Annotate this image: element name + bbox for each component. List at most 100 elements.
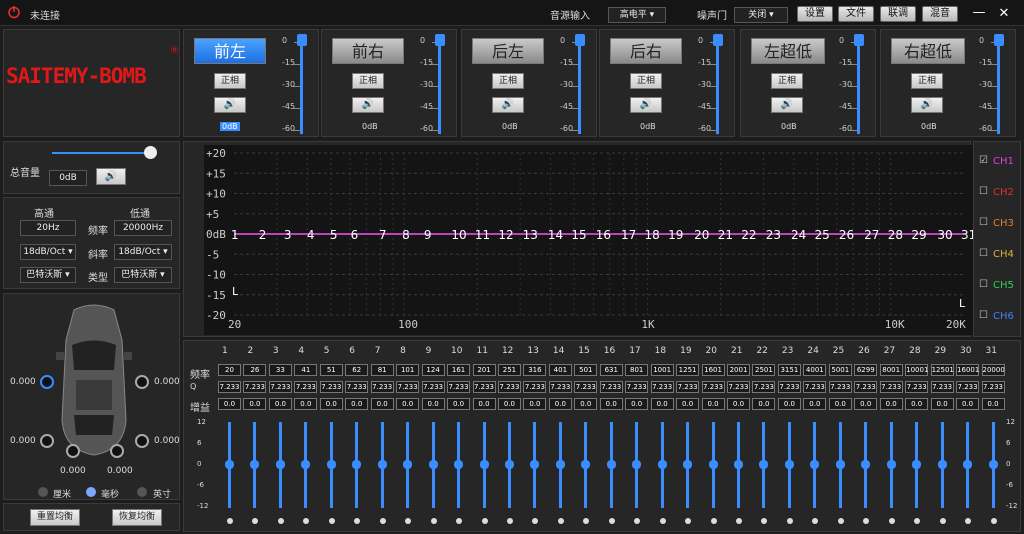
speaker-front-right[interactable] <box>135 375 149 389</box>
band-gain-knob[interactable] <box>886 460 896 469</box>
lowpass-type[interactable]: 巴特沃斯 ▾ <box>114 267 172 283</box>
channel-name-button[interactable]: 后左 <box>472 38 544 64</box>
band-gain-knob[interactable] <box>606 460 616 469</box>
band-gain-knob[interactable] <box>479 460 489 469</box>
band-bypass-dot[interactable] <box>227 518 233 524</box>
gate-select[interactable]: 关闭 ▾ <box>734 7 788 23</box>
channel-select-label[interactable]: CH2 <box>993 187 1014 198</box>
band-gain[interactable]: 0.0 <box>370 398 394 410</box>
channel-gain-value[interactable]: 0dB <box>640 122 656 131</box>
band-freq[interactable]: 62 <box>345 364 369 376</box>
channel-volume-knob[interactable] <box>713 34 723 46</box>
channel-checkbox[interactable]: ☐ <box>979 217 988 228</box>
band-q[interactable]: 7.233 <box>803 381 827 393</box>
band-q[interactable]: 7.233 <box>421 381 445 393</box>
band-bypass-dot[interactable] <box>837 518 844 524</box>
band-bypass-dot[interactable] <box>710 518 717 524</box>
band-freq[interactable]: 6299 <box>854 364 878 376</box>
channel-checkbox[interactable]: ☑ <box>979 155 988 166</box>
band-q[interactable]: 7.233 <box>650 381 674 393</box>
band-q[interactable]: 7.233 <box>854 381 878 393</box>
band-bypass-dot[interactable] <box>659 518 666 524</box>
band-gain[interactable]: 0.0 <box>956 398 980 410</box>
band-q[interactable]: 7.233 <box>294 381 318 393</box>
channel-gain-value[interactable]: 0dB <box>781 122 797 131</box>
channel-select-label[interactable]: CH5 <box>993 280 1014 291</box>
band-bypass-dot[interactable] <box>557 518 564 524</box>
band-freq[interactable]: 20000 <box>981 364 1005 376</box>
power-icon[interactable] <box>7 5 21 19</box>
band-gain[interactable]: 0.0 <box>345 398 369 410</box>
channel-name-button[interactable]: 前右 <box>332 38 404 64</box>
band-gain[interactable]: 0.0 <box>625 398 649 410</box>
speaker-sub-right[interactable] <box>110 444 124 458</box>
minimize-icon[interactable]: — <box>969 6 989 22</box>
band-gain-knob[interactable] <box>835 460 845 469</box>
band-freq[interactable]: 1601 <box>701 364 725 376</box>
band-gain-knob[interactable] <box>657 460 667 469</box>
band-q[interactable]: 7.233 <box>879 381 903 393</box>
channel-gain-value[interactable]: 0dB <box>362 122 378 131</box>
band-gain-knob[interactable] <box>403 460 413 469</box>
band-bypass-dot[interactable] <box>990 518 997 524</box>
band-q[interactable]: 7.233 <box>319 381 343 393</box>
channel-volume-knob[interactable] <box>854 34 864 46</box>
band-gain-knob[interactable] <box>963 460 973 469</box>
phase-button[interactable]: 正相 <box>911 73 943 89</box>
band-gain[interactable]: 0.0 <box>981 398 1005 410</box>
band-freq[interactable]: 251 <box>497 364 521 376</box>
band-freq[interactable]: 20 <box>218 364 241 376</box>
band-gain[interactable]: 0.0 <box>218 398 241 410</box>
speaker-rear-left[interactable] <box>40 434 54 448</box>
channel-name-button[interactable]: 右超低 <box>891 38 965 64</box>
band-freq[interactable]: 801 <box>625 364 649 376</box>
eq-response-graph[interactable]: +20+15+10+50dB-5-10-15-2020 100 1K 10K 20K1 2… <box>204 145 976 335</box>
band-freq[interactable]: 101 <box>396 364 420 376</box>
band-gain[interactable]: 0.0 <box>523 398 547 410</box>
band-gain[interactable]: 0.0 <box>752 398 776 410</box>
band-freq[interactable]: 316 <box>523 364 547 376</box>
phase-button[interactable]: 正相 <box>352 73 384 89</box>
unit-cm-radio[interactable] <box>38 487 48 497</box>
speaker-front-left[interactable] <box>40 375 54 389</box>
band-bypass-dot[interactable] <box>939 518 946 524</box>
channel-select-label[interactable]: CH1 <box>993 156 1014 167</box>
band-gain-knob[interactable] <box>988 460 998 469</box>
close-icon[interactable]: ✕ <box>994 6 1014 22</box>
channel-volume-slider[interactable] <box>578 40 581 134</box>
band-q[interactable]: 7.233 <box>930 381 954 393</box>
band-freq[interactable]: 41 <box>294 364 318 376</box>
band-bypass-dot[interactable] <box>888 518 895 524</box>
highpass-slope[interactable]: 18dB/Oct ▾ <box>20 244 76 260</box>
channel-volume-knob[interactable] <box>575 34 585 46</box>
band-gain[interactable]: 0.0 <box>319 398 343 410</box>
band-gain[interactable]: 0.0 <box>243 398 267 410</box>
channel-volume-slider[interactable] <box>857 40 860 134</box>
phase-button[interactable]: 正相 <box>630 73 662 89</box>
band-gain[interactable]: 0.0 <box>828 398 852 410</box>
band-bypass-dot[interactable] <box>328 518 335 524</box>
band-bypass-dot[interactable] <box>736 518 742 524</box>
band-gain-knob[interactable] <box>861 460 871 469</box>
source-select[interactable]: 高电平 ▾ <box>608 7 666 23</box>
speaker-sub-left[interactable] <box>66 444 80 458</box>
band-q[interactable]: 7.233 <box>243 381 267 393</box>
band-freq[interactable]: 12501 <box>930 364 954 376</box>
band-q[interactable]: 7.233 <box>956 381 980 393</box>
band-gain-knob[interactable] <box>377 460 387 469</box>
band-freq[interactable]: 3151 <box>777 364 801 376</box>
band-gain[interactable]: 0.0 <box>854 398 878 410</box>
band-gain-knob[interactable] <box>301 460 311 469</box>
channel-volume-knob[interactable] <box>994 34 1004 46</box>
band-gain[interactable]: 0.0 <box>497 398 521 410</box>
band-bypass-dot[interactable] <box>608 518 615 524</box>
mix-button[interactable]: 混音 <box>922 6 958 22</box>
lowpass-freq[interactable]: 20000Hz <box>114 220 172 236</box>
highpass-type[interactable]: 巴特沃斯 ▾ <box>20 267 76 283</box>
band-gain[interactable]: 0.0 <box>676 398 700 410</box>
channel-checkbox[interactable]: ☐ <box>979 310 988 321</box>
band-q[interactable]: 7.233 <box>752 381 776 393</box>
channel-checkbox[interactable]: ☐ <box>979 279 988 290</box>
band-freq[interactable]: 8001 <box>879 364 903 376</box>
band-gain[interactable]: 0.0 <box>472 398 496 410</box>
